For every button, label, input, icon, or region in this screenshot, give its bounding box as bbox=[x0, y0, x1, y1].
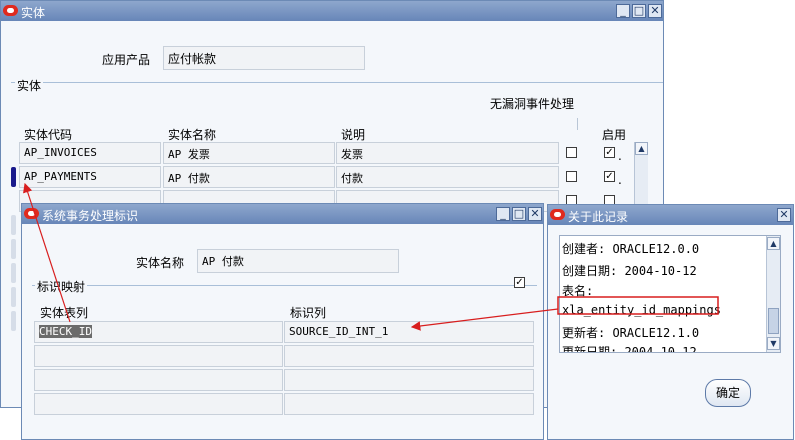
app-product-field[interactable]: 应付帐款 bbox=[163, 46, 365, 70]
scroll-thumb[interactable] bbox=[768, 308, 779, 334]
checkmark-icon: ✓ bbox=[605, 171, 614, 182]
about-line-created-by: 创建者: ORACLE12.0.0 bbox=[562, 242, 700, 256]
row-2-dot: . bbox=[618, 173, 622, 187]
col-header-name: 实体名称 bbox=[168, 128, 217, 142]
about-window-title: 关于此记录 bbox=[568, 210, 629, 224]
mapping-checkbox[interactable]: ✓ bbox=[514, 277, 525, 288]
entity-name-label: 实体名称 bbox=[136, 256, 185, 270]
ok-button-label: 确定 bbox=[715, 386, 740, 400]
row-2-desc[interactable]: 付款 bbox=[336, 166, 559, 188]
maximize-icon[interactable]: □ bbox=[512, 207, 526, 221]
col-header-code: 实体代码 bbox=[24, 128, 73, 142]
mapping-row-2-entity-col[interactable] bbox=[34, 345, 283, 367]
about-scrollbar[interactable]: ▲ ▼ bbox=[766, 236, 780, 352]
mapping-divider bbox=[32, 285, 537, 286]
close-icon[interactable]: ✕ bbox=[528, 207, 542, 221]
minimize-icon[interactable]: _ bbox=[616, 4, 630, 18]
mapping-row-1-id-col[interactable]: SOURCE_ID_INT_1 bbox=[284, 321, 534, 343]
row-1-code[interactable]: AP_INVOICES bbox=[19, 142, 161, 164]
col-header-enabled: 启用 bbox=[602, 128, 627, 142]
checkmark-icon: ✓ bbox=[605, 147, 614, 158]
no-gap-header: 无漏洞事件处理 bbox=[490, 97, 575, 111]
row-2-no-gap-checkbox[interactable] bbox=[566, 171, 577, 182]
about-line-updated-by: 更新者: ORACLE12.1.0 bbox=[562, 326, 700, 340]
row-indicator bbox=[11, 263, 16, 283]
row-1-dot: . bbox=[618, 149, 622, 163]
close-icon[interactable]: ✕ bbox=[648, 4, 662, 18]
txn-window: 系统事务处理标识 _ □ ✕ 实体名称 AP 付款 标识映射 ✓ 实体表列 标识… bbox=[21, 203, 544, 440]
no-gap-divider bbox=[577, 118, 578, 130]
mapping-row-4-entity-col[interactable] bbox=[34, 393, 283, 415]
about-line-table-label: 表名: bbox=[562, 284, 594, 298]
row-1-name[interactable]: AP 发票 bbox=[163, 142, 335, 164]
oracle-logo-icon bbox=[24, 208, 39, 219]
about-window: 关于此记录 ✕ 创建者: ORACLE12.0.0 创建日期: 2004-10-… bbox=[547, 204, 794, 440]
row-indicator bbox=[11, 287, 16, 307]
main-titlebar[interactable]: 实体 _ □ ✕ bbox=[1, 1, 663, 21]
mapping-row-4-id-col[interactable] bbox=[284, 393, 534, 415]
mapping-label: 标识映射 bbox=[35, 278, 88, 295]
txn-titlebar[interactable]: 系统事务处理标识 _ □ ✕ bbox=[22, 204, 543, 224]
about-titlebar[interactable]: 关于此记录 ✕ bbox=[548, 205, 793, 225]
entity-name-field[interactable]: AP 付款 bbox=[197, 249, 399, 273]
row-2-name[interactable]: AP 付款 bbox=[163, 166, 335, 188]
row-2-enabled-checkbox[interactable]: ✓ bbox=[604, 171, 615, 182]
scroll-down-icon[interactable]: ▼ bbox=[767, 337, 780, 350]
oracle-logo-icon bbox=[550, 209, 565, 220]
row-indicator bbox=[11, 239, 16, 259]
oracle-logo-icon bbox=[3, 5, 18, 16]
checkmark-icon: ✓ bbox=[515, 277, 524, 288]
current-row-indicator bbox=[11, 167, 16, 187]
minimize-icon[interactable]: _ bbox=[496, 207, 510, 221]
entity-section-label: 实体 bbox=[15, 77, 44, 94]
about-line-created-date: 创建日期: 2004-10-12 bbox=[562, 264, 697, 278]
scroll-up-icon[interactable]: ▲ bbox=[635, 142, 648, 155]
txn-window-title: 系统事务处理标识 bbox=[42, 209, 139, 223]
app-product-label: 应用产品 bbox=[102, 53, 151, 67]
about-line-updated-date: 更新日期: 2004-10-12 bbox=[562, 345, 697, 353]
mapping-row-2-id-col[interactable] bbox=[284, 345, 534, 367]
col-header-entity-table: 实体表列 bbox=[40, 306, 89, 320]
mapping-row-1-entity-col[interactable]: CHECK_ID bbox=[34, 321, 283, 343]
row-1-desc[interactable]: 发票 bbox=[336, 142, 559, 164]
mapping-row-3-id-col[interactable] bbox=[284, 369, 534, 391]
selected-text: CHECK_ID bbox=[39, 325, 92, 338]
row-indicator bbox=[11, 311, 16, 331]
row-2-code[interactable]: AP_PAYMENTS bbox=[19, 166, 161, 188]
about-line-table-name: xla_entity_id_mappings bbox=[562, 303, 721, 317]
scroll-up-icon[interactable]: ▲ bbox=[767, 237, 780, 250]
maximize-icon[interactable]: □ bbox=[632, 4, 646, 18]
close-icon[interactable]: ✕ bbox=[777, 208, 791, 222]
section-divider bbox=[11, 82, 663, 83]
main-window-title: 实体 bbox=[21, 6, 46, 20]
about-info-box: 创建者: ORACLE12.0.0 创建日期: 2004-10-12 表名: x… bbox=[559, 235, 781, 353]
row-1-no-gap-checkbox[interactable] bbox=[566, 147, 577, 158]
col-header-desc: 说明 bbox=[341, 128, 366, 142]
row-indicator bbox=[11, 215, 16, 235]
mapping-row-3-entity-col[interactable] bbox=[34, 369, 283, 391]
col-header-id: 标识列 bbox=[290, 306, 327, 320]
ok-button[interactable]: 确定 bbox=[705, 379, 751, 407]
row-1-enabled-checkbox[interactable]: ✓ bbox=[604, 147, 615, 158]
